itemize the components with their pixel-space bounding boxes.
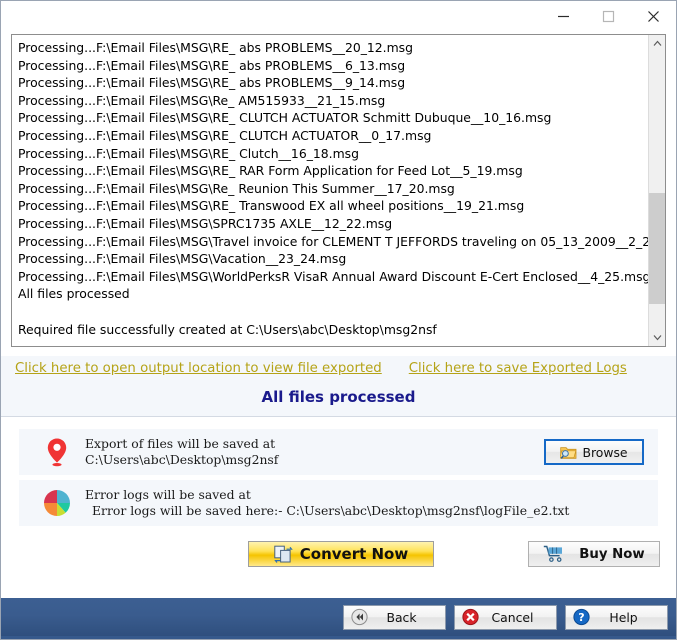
scrollbar-track[interactable] [649, 52, 665, 329]
shopping-cart-icon [544, 545, 563, 562]
folder-search-icon [560, 446, 577, 459]
svg-text:?: ? [578, 611, 584, 624]
maximize-icon [602, 10, 615, 23]
chevron-down-icon [653, 335, 661, 341]
cancel-button[interactable]: Cancel [454, 604, 557, 630]
log-line: All files processed [18, 286, 130, 302]
minimize-button[interactable] [541, 1, 586, 32]
log-line: Processing...F:\Email Files\MSG\RE_ abs … [18, 75, 406, 91]
error-log-text: Error logs will be saved at Error logs w… [85, 487, 648, 519]
primary-actions-row: Convert Now Buy Now [19, 540, 660, 568]
save-exported-logs-link[interactable]: Click here to save Exported Logs [409, 361, 627, 376]
log-line: Processing...F:\Email Files\MSG\RE_ abs … [18, 57, 406, 73]
error-log-row: Error logs will be saved at Error logs w… [19, 480, 658, 526]
log-line: Processing...F:\Email Files\MSG\WorldPer… [18, 268, 648, 284]
error-log-label: Error logs will be saved at [85, 487, 251, 502]
output-icon-cell [29, 437, 85, 467]
help-button[interactable]: ? Help [565, 604, 668, 630]
window-title [1, 1, 541, 32]
convert-now-button[interactable]: Convert Now [248, 541, 434, 567]
status-message: All files processed [1, 380, 676, 416]
cancel-icon-wrap [462, 608, 479, 626]
log-line: Processing...F:\Email Files\MSG\RE_ Clut… [18, 145, 359, 161]
convert-now-label: Convert Now [299, 545, 409, 563]
log-line: Processing...F:\Email Files\MSG\Travel i… [18, 233, 648, 249]
log-line: Processing...F:\Email Files\MSG\RE_ abs … [18, 40, 413, 55]
buy-now-label: Buy Now [579, 546, 645, 562]
help-icon-wrap: ? [573, 608, 590, 626]
log-line: Required file successfully created at C:… [18, 321, 437, 337]
processing-log-panel: Processing...F:\Email Files\MSG\RE_ abs … [11, 34, 666, 347]
output-location-text: Export of files will be saved at C:\User… [85, 436, 544, 468]
footer-bar: Back Cancel ? Help [1, 597, 676, 639]
back-arrow-icon [351, 608, 368, 626]
log-scrollbar[interactable] [648, 35, 665, 346]
scroll-down-button[interactable] [649, 329, 665, 346]
back-button[interactable]: Back [343, 604, 446, 630]
output-location-label: Export of files will be saved at [85, 436, 276, 451]
close-button[interactable] [631, 1, 676, 32]
output-location-row: Export of files will be saved at C:\User… [19, 429, 658, 475]
settings-panel: Export of files will be saved at C:\User… [1, 417, 676, 597]
log-line: Processing...F:\Email Files\MSG\RE_ CLUT… [18, 127, 432, 143]
title-bar [1, 1, 676, 32]
scrollbar-thumb[interactable] [649, 193, 665, 305]
log-line: Processing...F:\Email Files\MSG\Re_ Reun… [18, 180, 455, 196]
log-links-row: Click here to open output location to vi… [1, 356, 676, 380]
log-line: Processing...F:\Email Files\MSG\Vacation… [18, 251, 347, 267]
cancel-icon [462, 608, 479, 626]
application-window: Processing...F:\Email Files\MSG\RE_ abs … [0, 0, 677, 640]
buy-now-button[interactable]: Buy Now [528, 541, 660, 567]
log-line: Processing...F:\Email Files\MSG\RE_ RAR … [18, 163, 523, 179]
output-location-path: C:\Users\abc\Desktop\msg2nsf [85, 452, 279, 467]
log-line: Processing...F:\Email Files\MSG\SPRC1735… [18, 215, 393, 231]
close-icon [648, 11, 659, 22]
convert-files-icon [274, 545, 293, 563]
minimize-icon [558, 15, 569, 18]
log-line: Processing...F:\Email Files\MSG\RE_ CLUT… [18, 110, 552, 126]
map-pin-icon [47, 438, 67, 467]
chevron-up-icon [653, 40, 661, 46]
browse-button[interactable]: Browse [544, 439, 644, 465]
help-question-icon: ? [573, 608, 590, 626]
maximize-button[interactable] [586, 1, 631, 32]
log-line: Processing...F:\Email Files\MSG\Re_ AM51… [18, 92, 386, 108]
log-line: Processing...F:\Email Files\MSG\RE_ Tran… [18, 198, 525, 214]
error-log-path: Error logs will be saved here:- C:\Users… [92, 503, 570, 518]
pie-chart-icon [44, 490, 70, 516]
processing-log-text[interactable]: Processing...F:\Email Files\MSG\RE_ abs … [12, 35, 648, 346]
scroll-up-button[interactable] [649, 35, 665, 52]
error-log-icon-cell [29, 487, 85, 519]
back-icon-wrap [351, 608, 368, 626]
open-output-location-link[interactable]: Click here to open output location to vi… [15, 361, 382, 376]
browse-button-label: Browse [582, 444, 628, 460]
